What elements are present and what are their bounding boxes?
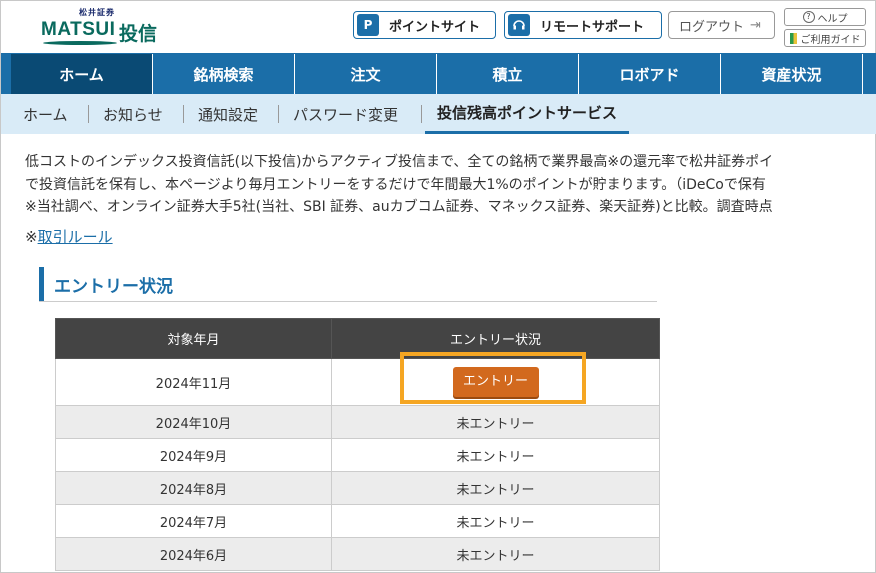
table-row: 2024年10月 未エントリー	[55, 405, 660, 439]
row-status: 未エントリー	[331, 405, 660, 439]
matsui-logo[interactable]: 松井証券 MATSUI 投信	[41, 7, 171, 47]
headset-icon	[508, 14, 530, 36]
intro-text: 低コストのインデックス投資信託(以下投信)からアクティブ投信まで、全ての銘柄で業…	[25, 151, 876, 219]
row-month: 2024年10月	[55, 405, 332, 439]
table-row: 2024年9月 未エントリー	[55, 438, 660, 472]
logout-icon: ⇥	[750, 17, 761, 33]
main-nav: ホーム 銘柄検索 注文 積立 ロボアド 資産状況	[1, 53, 876, 95]
subnav-home[interactable]: ホーム	[23, 94, 68, 134]
intro-line-1: 低コストのインデックス投資信託(以下投信)からアクティブ投信まで、全ての銘柄で業…	[25, 154, 774, 170]
logo-brand: MATSUI	[41, 19, 116, 40]
subnav-news[interactable]: お知らせ	[103, 94, 163, 134]
row-month: 2024年9月	[55, 438, 332, 472]
section-divider	[39, 301, 657, 302]
subnav-password-change[interactable]: パスワード変更	[293, 94, 398, 134]
remote-support-button[interactable]: リモートサポート	[504, 11, 662, 39]
nav-accumulation[interactable]: 積立	[437, 54, 579, 95]
point-site-button[interactable]: P ポイントサイト	[353, 11, 496, 39]
logout-label: ログアウト	[679, 19, 745, 35]
row-month: 2024年11月	[55, 358, 332, 406]
help-button[interactable]: ? ヘルプ	[784, 8, 866, 26]
table-row: 2024年6月 未エントリー	[55, 537, 660, 571]
nav-robo-advisor[interactable]: ロボアド	[579, 54, 721, 95]
point-site-label: ポイントサイト	[389, 19, 481, 35]
table-row: 2024年7月 未エントリー	[55, 504, 660, 538]
section-title: エントリー状況	[39, 267, 173, 301]
subnav-point-service[interactable]: 投信残高ポイントサービス	[425, 94, 630, 134]
logo-swoosh	[43, 41, 117, 45]
intro-line-3: ※当社調べ、オンライン証券大手5社(当社、SBI 証券、auカブコム証券、マネッ…	[25, 199, 773, 215]
remote-support-label: リモートサポート	[540, 19, 645, 35]
sub-nav: ホーム お知らせ 通知設定 パスワード変更 投信残高ポイントサービス	[1, 94, 876, 134]
trading-rule-link[interactable]: 取引ルール	[38, 228, 113, 246]
subnav-divider	[88, 105, 89, 123]
table-row: 2024年8月 未エントリー	[55, 471, 660, 505]
row-month: 2024年7月	[55, 504, 332, 538]
question-icon: ?	[802, 11, 815, 23]
row-status: 未エントリー	[331, 471, 660, 505]
row-status: 未エントリー	[331, 537, 660, 571]
point-icon: P	[357, 14, 379, 36]
rule-prefix: ※	[25, 228, 38, 246]
row-month: 2024年8月	[55, 471, 332, 505]
row-status: 未エントリー	[331, 438, 660, 472]
nav-order[interactable]: 注文	[295, 54, 437, 95]
intro-line-2: で投資信託を保有し、本ページより毎月エントリーをするだけで年間最大1%のポイント…	[25, 176, 766, 193]
entry-highlight-box	[400, 352, 586, 404]
help-label: ヘルプ	[817, 13, 848, 25]
subnav-notification-settings[interactable]: 通知設定	[198, 94, 258, 134]
row-month: 2024年6月	[55, 537, 332, 571]
subnav-divider	[278, 105, 279, 123]
logout-button[interactable]: ログアウト ⇥	[668, 11, 775, 39]
trading-rule: ※取引ルール	[25, 226, 113, 247]
logo-company: 松井証券	[79, 8, 115, 17]
subnav-divider	[421, 105, 422, 123]
col-target-month: 対象年月	[55, 318, 332, 359]
nav-asset-status[interactable]: 資産状況	[721, 54, 863, 95]
row-status: 未エントリー	[331, 504, 660, 538]
subnav-divider	[183, 105, 184, 123]
beginner-mark-icon	[789, 32, 797, 44]
logo-brand-sub: 投信	[119, 23, 158, 45]
guide-button[interactable]: ご利用ガイド	[784, 29, 866, 47]
nav-home[interactable]: ホーム	[11, 54, 153, 95]
guide-label: ご利用ガイド	[800, 34, 861, 46]
nav-fund-search[interactable]: 銘柄検索	[153, 54, 295, 95]
